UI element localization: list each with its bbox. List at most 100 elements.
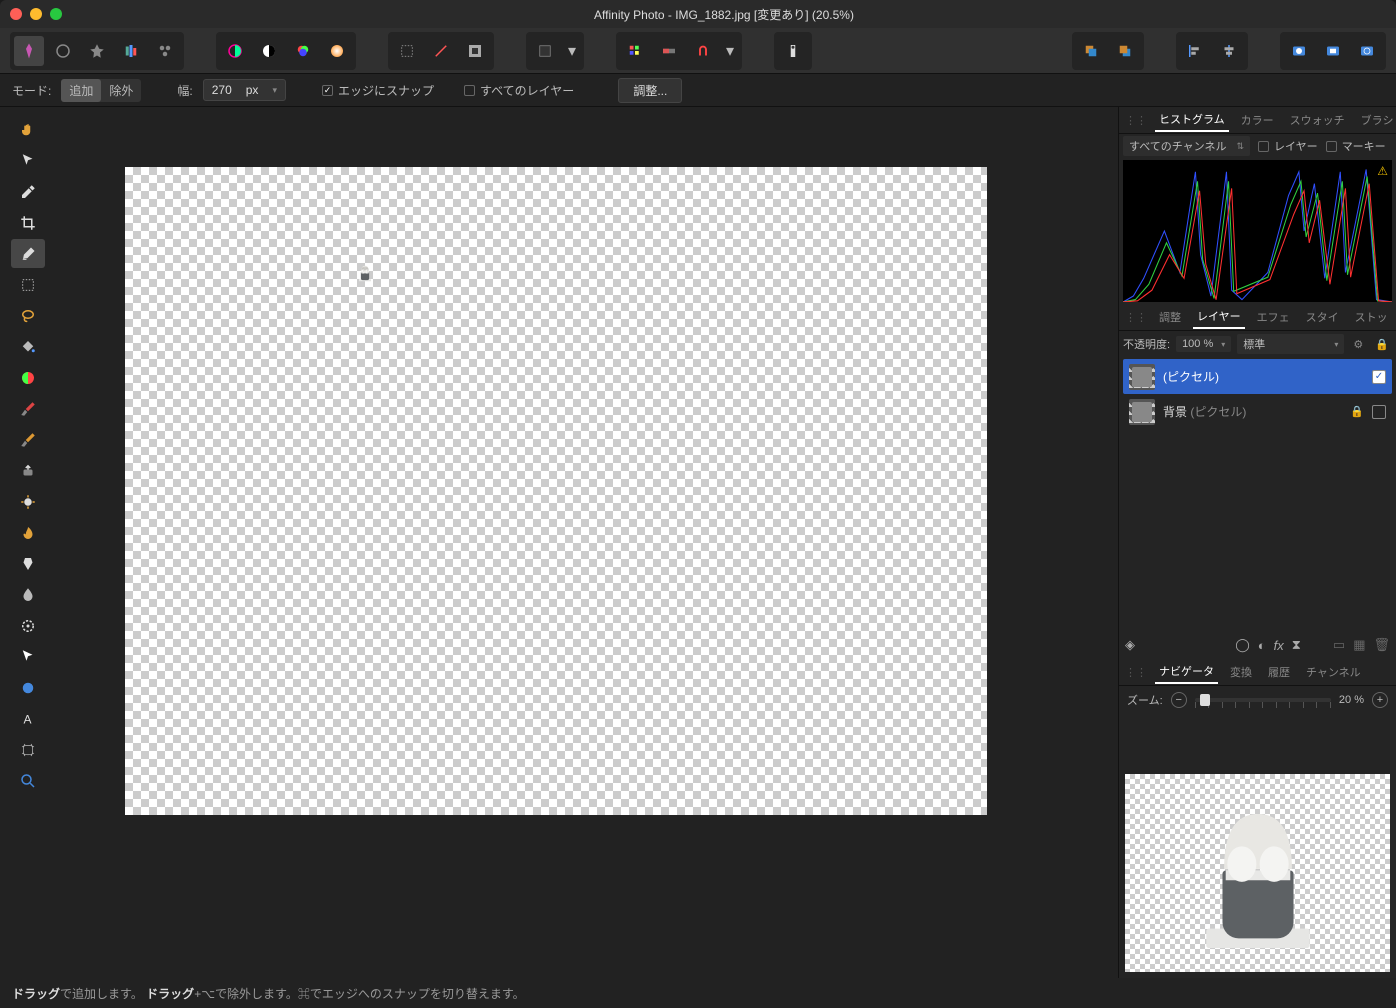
assistant-icon[interactable] [778,36,808,66]
all-layers-checkbox[interactable]: すべてのレイヤー [464,82,574,99]
move-tool-icon[interactable] [11,146,45,175]
auto-colors-icon[interactable] [288,36,318,66]
invert-select-icon[interactable] [460,36,490,66]
shape-tool-icon[interactable] [11,673,45,702]
gear-icon[interactable]: ⚙ [1350,338,1366,351]
move-front-icon[interactable] [1110,36,1140,66]
tab-effects[interactable]: エフェ [1253,306,1294,328]
color-picker-tool-icon[interactable] [11,177,45,206]
liquify-persona-icon[interactable] [48,36,78,66]
inpainting-brush-tool-icon[interactable] [11,611,45,640]
tab-history[interactable]: 履歴 [1264,661,1294,683]
snapping-dropdown-icon[interactable]: ▾ [722,36,738,66]
width-input[interactable]: 270 px [203,79,286,101]
deselect-icon[interactable] [426,36,456,66]
live-filter-icon[interactable]: ⧗ [1292,637,1301,653]
photo-persona-icon[interactable] [14,36,44,66]
tab-adjustments[interactable]: 調整 [1155,306,1185,328]
layer-row[interactable]: 背景 (ピクセル) 🔒 [1123,394,1392,429]
align-center-icon[interactable] [1214,36,1244,66]
mesh-warp-tool-icon[interactable] [11,735,45,764]
panel-grip-icon[interactable]: ⋮⋮ [1125,311,1147,324]
opacity-select[interactable]: 100 % [1176,336,1231,352]
grid-icon[interactable] [620,36,650,66]
document-canvas[interactable] [125,167,987,815]
align-left-icon[interactable] [1180,36,1210,66]
snap-checkbox[interactable]: エッジにスナップ [322,82,434,99]
tab-navigator[interactable]: ナビゲータ [1155,660,1218,684]
gradient-tool-icon[interactable] [11,363,45,392]
burn-brush-tool-icon[interactable] [11,518,45,547]
text-tool-icon[interactable]: A [11,704,45,733]
adjustment-layer-icon[interactable]: ◐ [1258,638,1266,653]
zoom-out-button[interactable]: − [1171,692,1187,708]
layer-row[interactable]: (ピクセル) [1123,359,1392,394]
move-back-icon[interactable] [1076,36,1106,66]
hist-layer-checkbox[interactable]: レイヤー [1258,138,1318,154]
dodge-brush-tool-icon[interactable] [11,487,45,516]
snapping-icon[interactable] [688,36,718,66]
panel-grip-icon[interactable]: ⋮⋮ [1125,666,1147,679]
visibility-checkbox[interactable] [1372,370,1386,384]
tab-channels[interactable]: チャンネル [1302,661,1365,683]
select-all-icon[interactable] [392,36,422,66]
tab-stock[interactable]: ストッ [1351,306,1392,328]
pixel-grid-icon[interactable] [654,36,684,66]
hand-tool-icon[interactable] [11,115,45,144]
tonemap-persona-icon[interactable] [116,36,146,66]
mask-white-icon[interactable] [1284,36,1314,66]
canvas-viewport[interactable] [55,107,1118,978]
minimize-window-icon[interactable] [30,8,42,20]
tab-swatches[interactable]: スウォッチ [1286,109,1349,131]
swatch-dropdown-icon[interactable]: ▾ [564,36,580,66]
crop-tool-icon[interactable] [11,208,45,237]
erase-brush-tool-icon[interactable] [11,425,45,454]
paint-brush-tool-icon[interactable] [11,394,45,423]
slider-thumb-icon[interactable] [1200,694,1210,706]
blend-mode-select[interactable]: 標準 [1237,334,1344,354]
histogram-channel-select[interactable]: すべてのチャンネル [1123,136,1250,156]
zoom-tool-icon[interactable] [11,766,45,795]
mask-black-icon[interactable] [1352,36,1382,66]
blend-ranges-icon[interactable]: ◈ [1125,637,1135,653]
quick-mask-icon[interactable] [1318,36,1348,66]
marquee-tool-icon[interactable] [11,270,45,299]
develop-persona-icon[interactable] [82,36,112,66]
lasso-tool-icon[interactable] [11,301,45,330]
delete-layer-icon[interactable]: 🗑 [1373,637,1390,653]
visibility-checkbox[interactable] [1372,405,1386,419]
mode-add-button[interactable]: 追加 [61,79,101,102]
lock-icon[interactable]: 🔒 [1372,338,1392,351]
close-window-icon[interactable] [10,8,22,20]
hist-marquee-checkbox[interactable]: マーキー [1326,138,1386,154]
tab-brushes[interactable]: ブラシ [1357,109,1396,131]
pen-tool-icon[interactable] [11,642,45,671]
tab-transform[interactable]: 変換 [1226,661,1256,683]
tab-styles[interactable]: スタイ [1302,306,1343,328]
zoom-slider[interactable] [1195,698,1331,702]
auto-contrast-icon[interactable] [254,36,284,66]
tab-histogram[interactable]: ヒストグラム [1155,108,1229,132]
swatch-icon[interactable] [530,36,560,66]
warning-icon[interactable]: ⚠ [1377,164,1388,178]
fx-icon[interactable]: fx [1274,638,1284,653]
navigator-preview[interactable] [1125,774,1390,972]
adjust-button[interactable]: 調整... [618,78,682,103]
tab-color[interactable]: カラー [1237,109,1278,131]
panel-grip-icon[interactable]: ⋮⋮ [1125,114,1147,127]
blur-brush-tool-icon[interactable] [11,580,45,609]
export-persona-icon[interactable] [150,36,180,66]
selection-brush-tool-icon[interactable] [11,239,45,268]
mode-sub-button[interactable]: 除外 [101,79,141,102]
clone-brush-tool-icon[interactable] [11,456,45,485]
auto-levels-icon[interactable] [220,36,250,66]
flood-fill-tool-icon[interactable] [11,332,45,361]
add-layer-icon[interactable]: ▦ [1353,637,1365,653]
zoom-in-button[interactable]: + [1372,692,1388,708]
auto-wb-icon[interactable] [322,36,352,66]
mask-layer-icon[interactable]: ◯ [1235,637,1250,653]
group-icon[interactable]: ▭ [1333,637,1345,653]
fullscreen-window-icon[interactable] [50,8,62,20]
tab-layers[interactable]: レイヤー [1193,305,1245,329]
smudge-brush-tool-icon[interactable] [11,549,45,578]
